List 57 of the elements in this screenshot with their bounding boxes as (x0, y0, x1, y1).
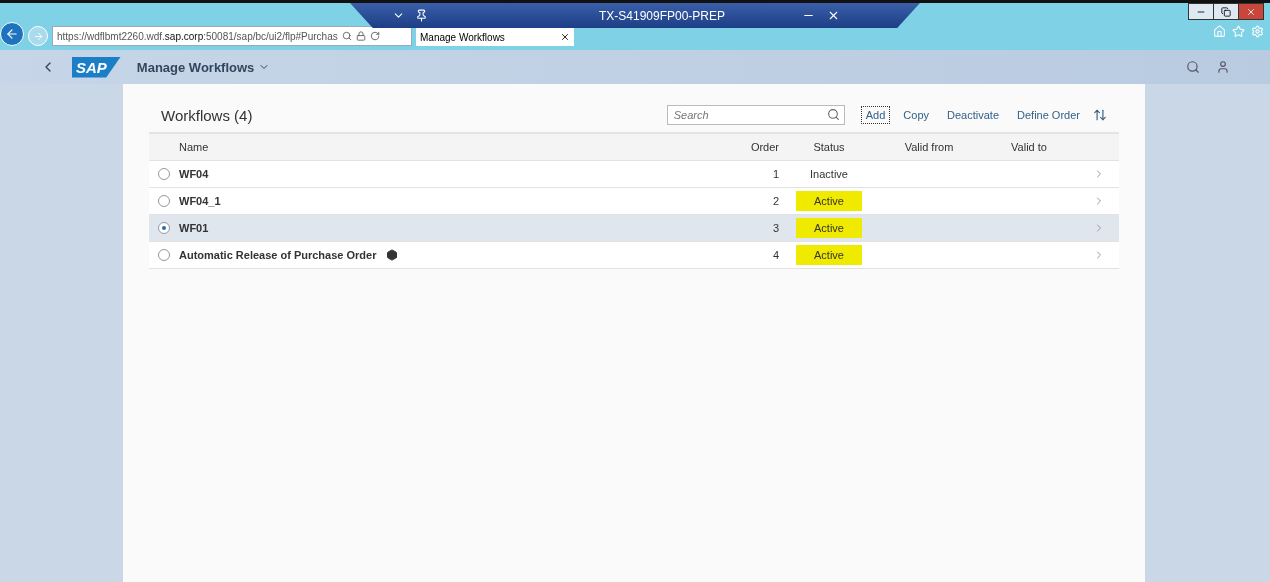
column-header: Status (813, 141, 845, 153)
search-icon[interactable] (341, 31, 352, 41)
minimize-button[interactable] (1188, 3, 1214, 20)
table-cell-text: Inactive (809, 167, 849, 182)
search-icon[interactable] (826, 108, 840, 121)
radio-button[interactable] (158, 249, 170, 261)
star-icon[interactable] (1232, 25, 1245, 38)
table-cell: WF04_1 (179, 195, 221, 207)
restore-icon (1221, 6, 1231, 17)
lock-icon (355, 31, 366, 41)
address-field[interactable]: https://wdflbmt2260.wdf.sap.corp:50081/sap/bc/ui2/flp#Purchas (52, 26, 412, 46)
column-header: Valid from (904, 141, 954, 153)
table-cell: Active (796, 191, 862, 211)
user-icon[interactable] (1216, 60, 1230, 74)
search-field[interactable]: Search (666, 105, 845, 125)
close-icon (1246, 6, 1256, 17)
table-cell: Automatic Release of Purchase Order (179, 249, 377, 261)
toolbar-button[interactable]: Copy (898, 106, 935, 124)
refresh-icon[interactable] (369, 31, 380, 41)
toolbar-button[interactable]: Deactivate (942, 106, 1004, 124)
column-header: Valid to (1011, 141, 1047, 153)
sort-icon[interactable] (1093, 108, 1107, 122)
close-button[interactable] (1238, 3, 1264, 20)
browser-tab[interactable]: Manage Workflows (416, 28, 574, 46)
table-row[interactable]: WF04_1 2 Active (149, 188, 1119, 215)
url-text: https://wdflbmt2260.wdf.sap.corp:50081/sap/bc/ui2/flp#Purchas (57, 30, 338, 42)
tab-label: Manage Workflows (420, 31, 505, 43)
table-row[interactable]: WF01 3 Active (149, 215, 1119, 242)
table-cell: Active (796, 218, 862, 238)
restore-button[interactable] (1213, 3, 1239, 20)
radio-button[interactable] (158, 168, 170, 180)
remote-title: TX-S41909FP00-PREP (597, 8, 727, 23)
radio-button[interactable] (158, 222, 170, 234)
toolbar-button[interactable]: Add (860, 106, 891, 124)
table-title: Workflows (4) (161, 106, 254, 124)
close-icon[interactable] (560, 32, 570, 42)
table-row[interactable]: WF04 1 Inactive (149, 161, 1119, 188)
table-cell: 3 (772, 222, 779, 234)
arrow-left-icon (5, 27, 19, 41)
column-header: Order (750, 141, 779, 153)
table-cell: 2 (772, 195, 779, 207)
table-cell: Active (796, 245, 862, 265)
close-icon[interactable] (827, 9, 840, 22)
logo: SAP (72, 56, 121, 78)
column-header: Name (179, 141, 209, 153)
table-row[interactable]: Automatic Release of Purchase Order 4 Active (149, 242, 1119, 269)
toolbar-button[interactable]: Define Order (1012, 106, 1085, 124)
search-icon[interactable] (1186, 60, 1200, 74)
app-title[interactable]: Manage Workflows (136, 59, 271, 75)
pin-icon[interactable] (415, 9, 428, 22)
table-cell: 1 (772, 168, 779, 180)
arrow-right-icon (32, 30, 44, 42)
radio-button[interactable] (158, 195, 170, 207)
table-cell: 4 (772, 249, 779, 261)
table-cell: WF01 (179, 222, 209, 234)
back-button[interactable] (0, 22, 24, 46)
table-cell: WF04 (179, 168, 209, 180)
